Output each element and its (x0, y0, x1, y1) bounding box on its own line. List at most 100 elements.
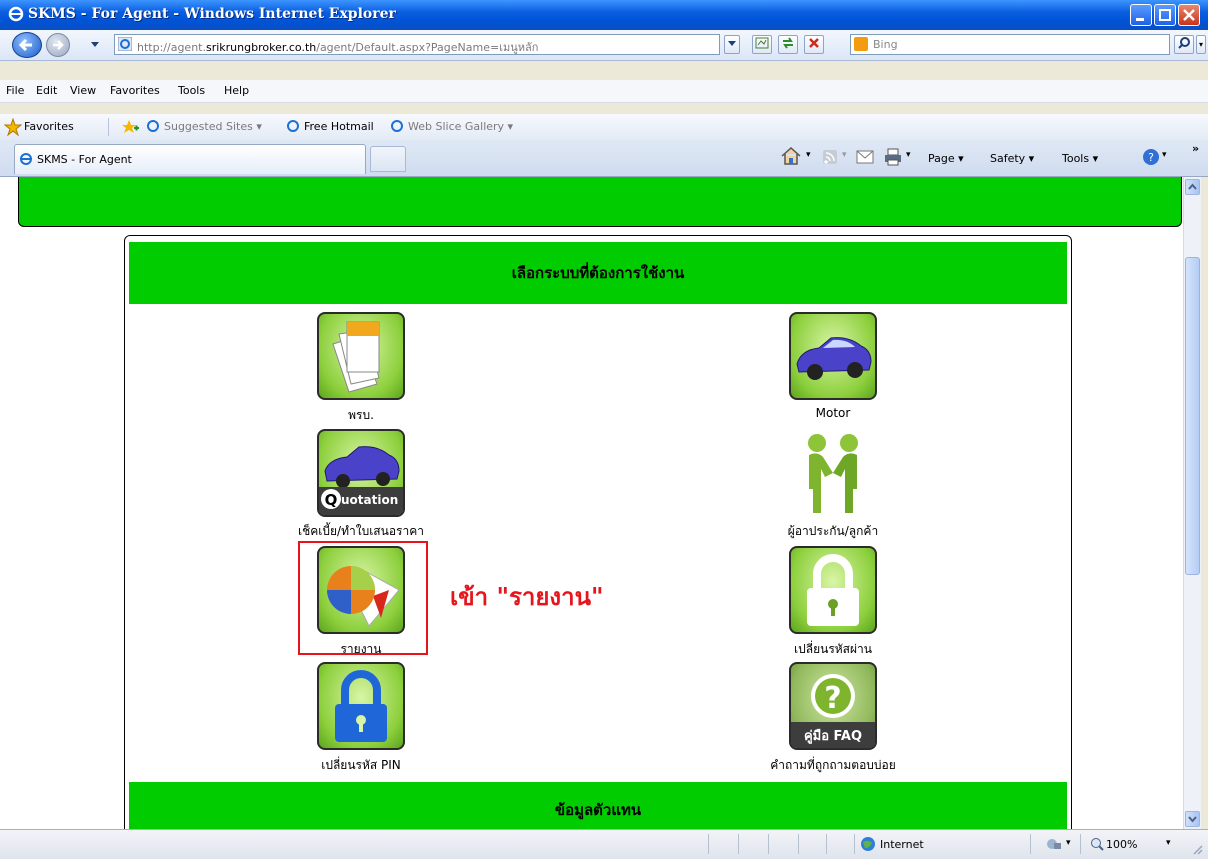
recent-pages-dropdown-icon[interactable] (90, 41, 100, 49)
menu-view[interactable]: View (70, 84, 96, 97)
ie-tab-icon (20, 153, 32, 165)
favorites-button[interactable]: Favorites (24, 120, 74, 133)
menu-edit[interactable]: Edit (36, 84, 57, 97)
scroll-down-button[interactable] (1185, 811, 1200, 827)
status-divider (798, 834, 799, 854)
status-divider (768, 834, 769, 854)
stop-button[interactable] (804, 35, 824, 54)
scroll-thumb[interactable] (1185, 257, 1200, 575)
protected-mode-dropdown-icon[interactable]: ▾ (1066, 838, 1071, 848)
mail-icon[interactable] (856, 150, 874, 164)
toolbar-overflow-icon[interactable]: » (1192, 142, 1199, 155)
bing-logo-icon (854, 37, 868, 51)
chevron-down-icon (728, 41, 736, 46)
add-to-favorites-icon[interactable] (120, 118, 140, 136)
new-tab-button[interactable] (370, 146, 406, 172)
maximize-button[interactable] (1154, 4, 1176, 26)
handshake-icon[interactable] (789, 429, 877, 517)
tab-title: SKMS - For Agent (37, 153, 132, 166)
scroll-up-button[interactable] (1185, 179, 1200, 195)
padlock-icon[interactable] (789, 546, 877, 634)
tab-skms-agent[interactable]: SKMS - For Agent (14, 144, 366, 174)
svg-text:uotation: uotation (341, 493, 398, 507)
quotation-icon[interactable]: Q uotation (317, 429, 405, 517)
home-dropdown-icon[interactable]: ▾ (806, 150, 811, 160)
menu-label-change-password[interactable]: เปลี่ยนรหัสผ่าน (753, 640, 913, 659)
help-icon[interactable]: ? (1142, 148, 1160, 166)
favorites-star-icon (4, 118, 22, 136)
svg-text:Q: Q (325, 491, 338, 509)
page-menu[interactable]: Page ▾ (928, 152, 964, 165)
fav-free-hotmail[interactable]: Free Hotmail (304, 120, 374, 133)
annotation-go-to-report: เข้า "รายงาน" (450, 582, 604, 611)
search-button[interactable] (1174, 35, 1194, 54)
address-dropdown-button[interactable] (724, 35, 740, 54)
menu-bar: File Edit View Favorites Tools Help (0, 80, 1208, 103)
select-system-header: เลือกระบบที่ต้องการใช้งาน (129, 242, 1067, 304)
menu-label-motor[interactable]: Motor (753, 406, 913, 420)
menu-label-change-pin[interactable]: เปลี่ยนรหัส PIN (281, 756, 441, 775)
zoom-level[interactable]: 100% (1106, 838, 1137, 851)
back-button[interactable] (12, 32, 42, 58)
close-icon (1183, 9, 1195, 21)
help-dropdown-icon[interactable]: ▾ (1162, 150, 1167, 160)
minimize-button[interactable] (1130, 4, 1152, 26)
search-icon (1178, 37, 1190, 49)
menu-tools[interactable]: Tools (178, 84, 205, 97)
menu-favorites[interactable]: Favorites (110, 84, 160, 97)
menu-label-faq[interactable]: คำถามที่ถูกถามตอบบ่อย (733, 756, 933, 775)
system-menu-panel: เลือกระบบที่ต้องการใช้งาน พรบ. Motor Q u… (124, 235, 1072, 829)
home-icon[interactable] (780, 146, 802, 166)
compatibility-view-button[interactable] (752, 35, 772, 54)
protected-mode-icon[interactable] (1046, 837, 1062, 851)
ie-logo-icon (8, 6, 24, 22)
fav-suggested-sites[interactable]: Suggested Sites ▾ (164, 120, 262, 133)
faq-question-icon[interactable]: ? คู่มือ FAQ (789, 662, 877, 750)
zoom-icon (1091, 838, 1104, 851)
stop-x-icon (809, 38, 819, 48)
security-zone: Internet (880, 838, 924, 851)
menu-help[interactable]: Help (224, 84, 249, 97)
vertical-scrollbar[interactable] (1183, 177, 1201, 829)
address-bar-row: http://agent.srikrungbroker.co.th/agent/… (0, 30, 1208, 61)
refresh-icon (783, 37, 793, 49)
menu-label-customer[interactable]: ผู้อาประกัน/ลูกค้า (753, 522, 913, 541)
tools-menu[interactable]: Tools ▾ (1062, 152, 1098, 165)
agent-info-header: ข้อมูลตัวแทน (129, 782, 1067, 829)
menu-label-quotation[interactable]: เช็คเบี้ย/ทำใบเสนอราคา (261, 522, 461, 541)
page-ie-icon (118, 37, 132, 51)
print-dropdown-icon[interactable]: ▾ (906, 150, 911, 160)
window-title-bar: SKMS - For Agent - Windows Internet Expl… (0, 0, 1208, 30)
fav-web-slice-gallery[interactable]: Web Slice Gallery ▾ (408, 120, 513, 133)
close-window-button[interactable] (1178, 4, 1200, 26)
report-highlight-box (298, 541, 428, 655)
ie-page-icon (391, 120, 403, 132)
back-arrow-icon (18, 38, 32, 52)
menu-file[interactable]: File (6, 84, 24, 97)
status-divider (738, 834, 739, 854)
address-input[interactable]: http://agent.srikrungbroker.co.th/agent/… (114, 34, 720, 55)
refresh-button[interactable] (778, 35, 798, 54)
feeds-dropdown-icon[interactable]: ▾ (842, 150, 847, 160)
resize-grip-icon[interactable] (1192, 844, 1204, 856)
menu-label-compulsory[interactable]: พรบ. (281, 406, 441, 425)
ie-page-icon (287, 120, 299, 132)
tab-bar: SKMS - For Agent ▾ ▾ ▾ Page ▾ Safety ▾ T… (0, 140, 1208, 177)
feeds-icon[interactable] (822, 149, 838, 165)
blue-padlock-icon[interactable] (317, 662, 405, 750)
compatibility-view-icon (755, 37, 769, 49)
car-icon[interactable] (789, 312, 877, 400)
favorites-divider (108, 118, 109, 136)
search-input[interactable]: Bing (850, 34, 1170, 55)
forward-button[interactable] (46, 33, 70, 57)
search-options-button[interactable]: ▾ (1196, 35, 1206, 54)
status-divider (1030, 834, 1031, 854)
status-divider (708, 834, 709, 854)
favorites-bar: Favorites Suggested Sites ▾ Free Hotmail… (0, 114, 1208, 141)
svg-text:?: ? (824, 681, 841, 716)
zoom-dropdown-icon[interactable]: ▾ (1166, 838, 1171, 848)
documents-icon[interactable] (317, 312, 405, 400)
search-placeholder: Bing (873, 38, 898, 51)
print-icon[interactable] (884, 148, 902, 166)
safety-menu[interactable]: Safety ▾ (990, 152, 1034, 165)
